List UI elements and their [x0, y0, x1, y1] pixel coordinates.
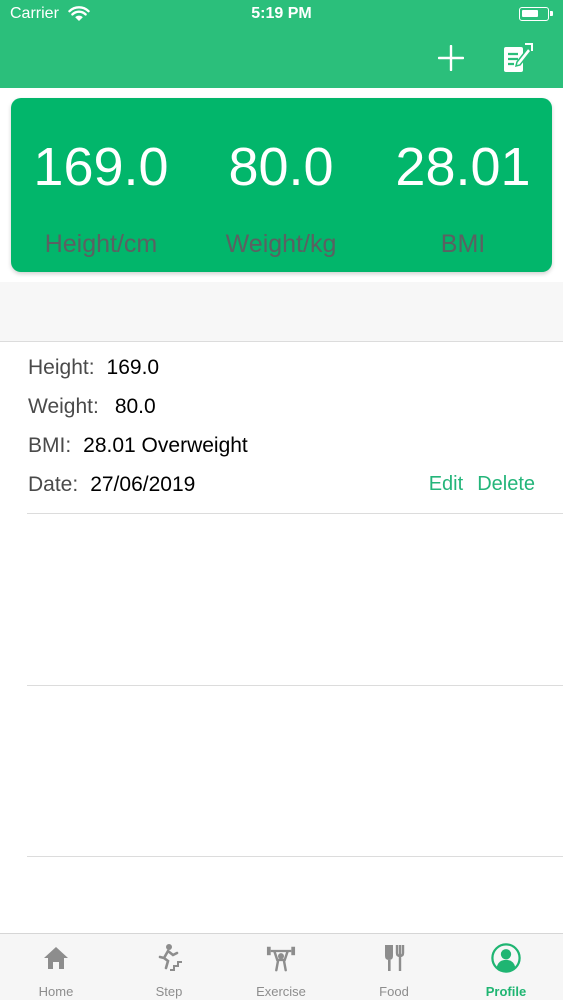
height-row: Height: 169.0 [28, 356, 160, 379]
edit-button[interactable]: Edit [429, 473, 463, 495]
home-icon [44, 947, 68, 969]
plus-icon [438, 45, 464, 71]
clock: 5:19 PM [251, 5, 312, 22]
tab-exercise[interactable]: Exercise [225, 934, 337, 1000]
food-icon [385, 945, 405, 971]
bmi-row: BMI: 28.01 Overweight [28, 434, 248, 457]
date-row: Date: 27/06/2019 [28, 473, 196, 496]
row-divider [27, 856, 563, 857]
note-edit-icon [504, 43, 533, 72]
weight-value: 80.0 [228, 137, 334, 197]
record-actions: Edit Delete [415, 473, 535, 496]
battery-icon [519, 7, 553, 21]
bmi-value: 28.01 [395, 137, 531, 197]
height-stat: 169.0 Height/cm [11, 98, 191, 272]
bmi-label: BMI [440, 230, 486, 258]
delete-button[interactable]: Delete [477, 473, 535, 495]
row-divider [27, 685, 563, 686]
section-spacer [0, 282, 563, 342]
add-record-button[interactable] [431, 38, 471, 78]
height-label: Height/cm [44, 230, 158, 258]
weight-stat: 80.0 Weight/kg [191, 98, 371, 272]
stats-card: 169.0 Height/cm 80.0 Weight/kg 28.01 BMI [11, 98, 552, 272]
tab-food[interactable]: Food [338, 934, 450, 1000]
tab-step[interactable]: Step [113, 934, 225, 1000]
height-value: 169.0 [33, 137, 169, 197]
weight-label: Weight/kg [225, 230, 337, 258]
status-bar: Carrier 5:19 PM [0, 0, 563, 30]
exercise-icon [266, 946, 296, 972]
edit-note-button[interactable] [497, 38, 537, 78]
tab-bar: Home Step Exercise Food Profile [0, 933, 563, 1000]
tab-profile[interactable]: Profile [450, 934, 562, 1000]
record-entry: Height: 169.0 Weight: 80.0 BMI: 28.01 Overw… [0, 343, 563, 514]
bmi-stat: 28.01 BMI [373, 98, 553, 272]
weight-row: Weight: 80.0 [28, 395, 156, 418]
tab-home[interactable]: Home [0, 934, 112, 1000]
row-divider [27, 513, 563, 514]
step-icon [158, 944, 182, 971]
profile-icon [491, 943, 521, 973]
header: Carrier 5:19 PM [0, 0, 563, 88]
